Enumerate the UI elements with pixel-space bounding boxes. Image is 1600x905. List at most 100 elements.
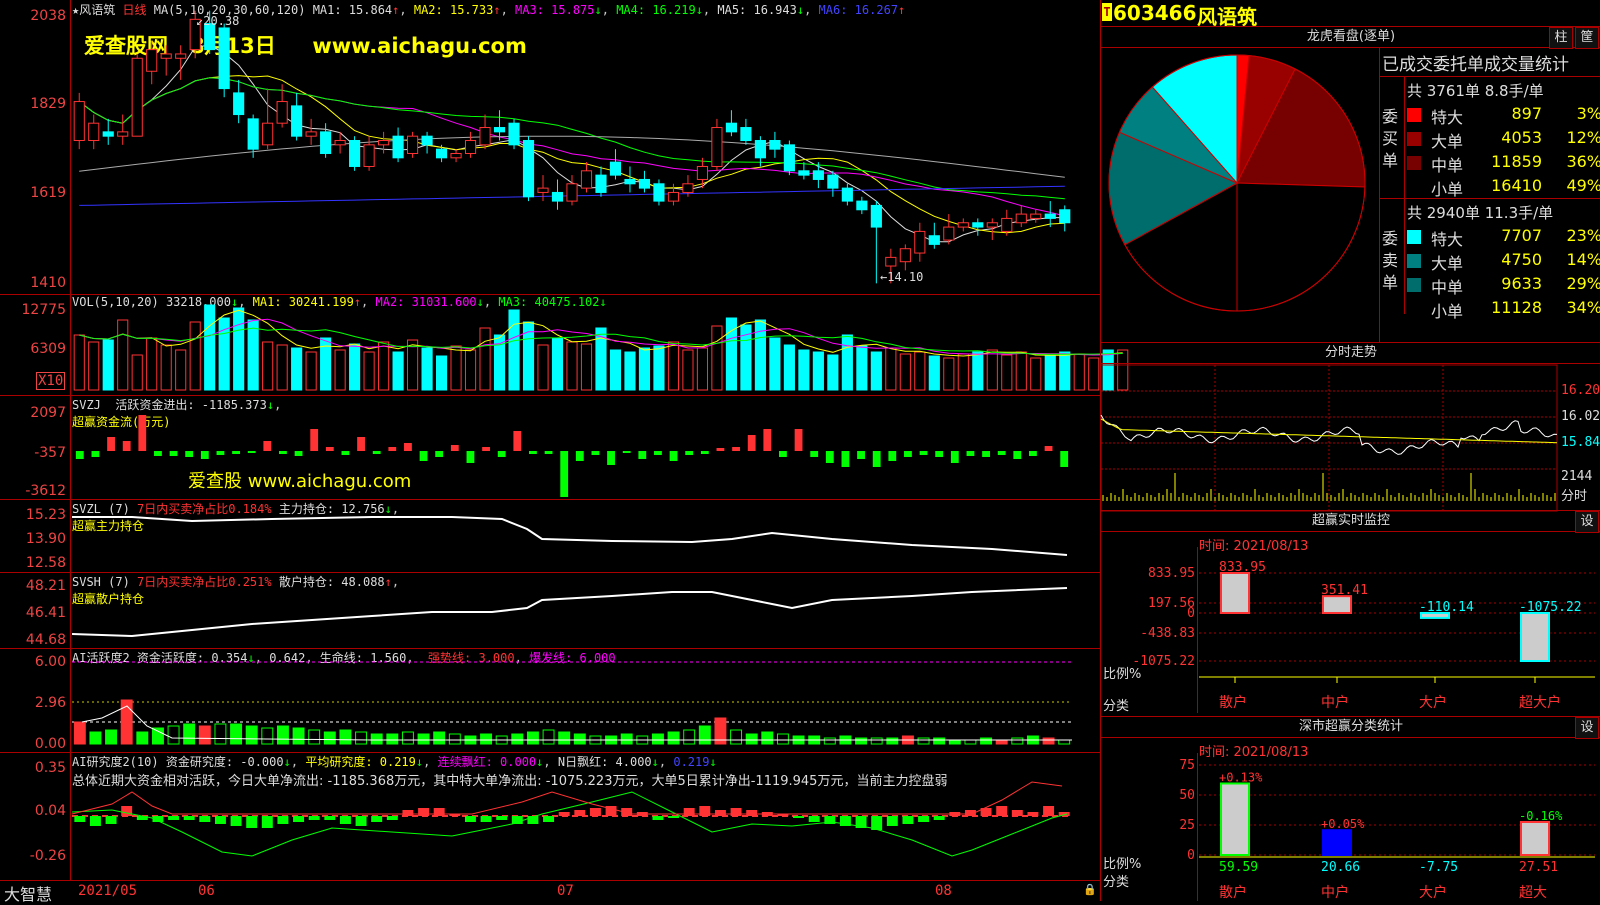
- activity-bar: [433, 731, 446, 745]
- monitor-bar-chart[interactable]: 833.95197.560-438.83-1075.22833.95散户351.…: [1101, 531, 1600, 717]
- szstat-panel[interactable]: 深市超赢分类统计 设 时间: 2021/08/13 比例% 分类 75 50 25 0…: [1100, 716, 1600, 901]
- row-label: 小单: [1431, 302, 1464, 321]
- candle-body: [725, 122, 737, 133]
- ai-research-chart[interactable]: [71, 752, 1100, 880]
- svsh-panel[interactable]: 48.21 46.41 44.68 SVSH (7) 7日内买卖净占比0.251…: [0, 572, 1100, 649]
- fenshi-vol-label: 2144: [1561, 469, 1593, 484]
- fenshi-chart[interactable]: [1100, 364, 1558, 512]
- volume-bar: [667, 341, 680, 391]
- candle-body: [943, 226, 955, 241]
- candle-body: [957, 222, 969, 228]
- szstat-y-label: 0: [1187, 848, 1195, 863]
- svzj-bar: [919, 451, 928, 455]
- research-bar: [808, 816, 820, 822]
- fenshi-title: 分时走势: [1101, 343, 1600, 364]
- candle-body: [740, 127, 752, 142]
- volume-bar: [479, 327, 491, 391]
- szstat-title: 深市超赢分类统计: [1101, 717, 1600, 738]
- buy-side-label: 委买单: [1382, 107, 1399, 170]
- lhb-pie-chart[interactable]: [1108, 54, 1373, 319]
- lhb-panel[interactable]: 龙虎看盘(逐单) 柱 筐 已成交委托单成交量统计 委买单 共 3761单 8.8…: [1100, 26, 1600, 343]
- candle-body: [131, 57, 143, 137]
- svzj-bar: [75, 451, 84, 459]
- svsh-chart[interactable]: [71, 572, 1100, 648]
- activity-bar: [89, 731, 102, 745]
- activity-bar: [401, 731, 414, 745]
- svzj-bar: [888, 451, 897, 461]
- svzl-chart[interactable]: [72, 499, 1100, 572]
- monitor-settings-button[interactable]: 设: [1575, 511, 1599, 533]
- y-label: 12775: [21, 302, 66, 318]
- candle-body: [464, 140, 477, 154]
- activity-bar: [651, 733, 664, 745]
- row-pct: 36%: [1566, 152, 1600, 171]
- lock-icon[interactable]: 🔒: [1083, 883, 1097, 896]
- volume-bar: [1015, 351, 1027, 391]
- svzj-bar: [435, 451, 444, 457]
- color-swatch: [1407, 278, 1421, 292]
- svzj-bar: [904, 451, 912, 457]
- fenshi-y-label: 15.84: [1561, 435, 1600, 450]
- svzj-bar: [450, 445, 459, 451]
- fenshi-panel[interactable]: 分时走势 16.20 16.02 15.84 2144 分时: [1100, 342, 1600, 512]
- row-qty: 897: [1511, 104, 1542, 123]
- szstat-y-label: 75: [1179, 758, 1195, 773]
- ai-research-panel[interactable]: 0.35 0.04 -0.26 AI研究度2(10) 资金研究度: -0.000…: [0, 752, 1100, 881]
- volume-panel[interactable]: 12775 6309 X10 VOL(5,10,20) 33218.000↓, …: [0, 294, 1129, 396]
- monitor-category: 散户: [1219, 694, 1247, 711]
- research-bar: [386, 816, 398, 820]
- szstat-settings-button[interactable]: 设: [1575, 717, 1599, 739]
- candle-body: [305, 131, 317, 137]
- volume-bar: [638, 347, 651, 391]
- volume-chart[interactable]: [72, 294, 1129, 395]
- row-label: 中单: [1431, 156, 1464, 175]
- kline-panel[interactable]: 2038 1829 1619 1410 ★风语筑 日线 MA(5,10,20,3…: [0, 0, 1100, 295]
- candle-body: [580, 170, 593, 189]
- svzj-bar: [466, 451, 475, 463]
- research-bar: [168, 816, 180, 820]
- volume-bar: [1001, 354, 1013, 391]
- volume-bar: [769, 337, 781, 391]
- volume-bar: [131, 354, 143, 391]
- bar-mode-button[interactable]: 柱: [1549, 27, 1573, 49]
- volume-bar: [1044, 355, 1056, 391]
- research-bar: [902, 816, 914, 824]
- volume-bar: [1073, 353, 1085, 391]
- candle-body: [508, 122, 520, 146]
- research-bar: [214, 816, 226, 824]
- volume-bar: [508, 309, 520, 391]
- svzj-panel[interactable]: 2097 -357 -3612 SVZJ 活跃资金进出: -1185.373↓,…: [0, 395, 1100, 500]
- szstat-bar-chart[interactable]: 75 50 25 0 +0.13% 59.59 散户 +0.05% 20.66 中户 -7.75 大户…: [1101, 737, 1600, 901]
- lhb-subtitle: 已成交委托单成交量统计: [1382, 55, 1569, 75]
- candle-body: [754, 140, 766, 159]
- svsh-line: [71, 587, 1068, 638]
- candlestick-chart[interactable]: [72, 0, 1100, 294]
- volume-bar: [870, 351, 882, 391]
- sell-row: 大单 4750 14%: [1407, 250, 1600, 273]
- svzj-chart[interactable]: [72, 395, 1100, 499]
- pie-slice: [1236, 182, 1366, 312]
- row-qty: 9633: [1501, 274, 1542, 293]
- monitor-panel[interactable]: 超赢实时监控 设 时间: 2021/08/13 比例% 分类 833.95 197…: [1100, 510, 1600, 717]
- svzj-bar: [497, 451, 506, 457]
- szstat-pct: -0.16%: [1519, 809, 1563, 823]
- candle-body: [914, 230, 926, 254]
- volume-bar: [928, 355, 940, 391]
- svzj-bar: [966, 451, 975, 456]
- ai-activity-panel[interactable]: 6.00 2.96 0.00 AI活跃度2 资金活跃度: 0.354↓, 0.6…: [0, 648, 1100, 753]
- szstat-value: 27.51: [1519, 860, 1558, 875]
- activity-bar: [448, 733, 461, 745]
- t-badge[interactable]: T: [1102, 3, 1112, 21]
- date-label: 2021/05: [78, 883, 138, 899]
- svzj-bar: [607, 451, 615, 465]
- activity-bar: [339, 729, 352, 745]
- color-swatch: [1407, 108, 1421, 122]
- candle-body: [798, 170, 810, 176]
- research-bar: [480, 816, 492, 822]
- activity-bar: [417, 733, 430, 745]
- svzl-panel[interactable]: 15.23 13.90 12.58 SVZL (7) 7日内买卖净占比0.184…: [0, 499, 1100, 573]
- ai-activity-chart[interactable]: [72, 648, 1100, 752]
- svzj-bar: [747, 435, 756, 451]
- color-swatch: [1407, 132, 1421, 146]
- frame-mode-button[interactable]: 筐: [1575, 27, 1599, 49]
